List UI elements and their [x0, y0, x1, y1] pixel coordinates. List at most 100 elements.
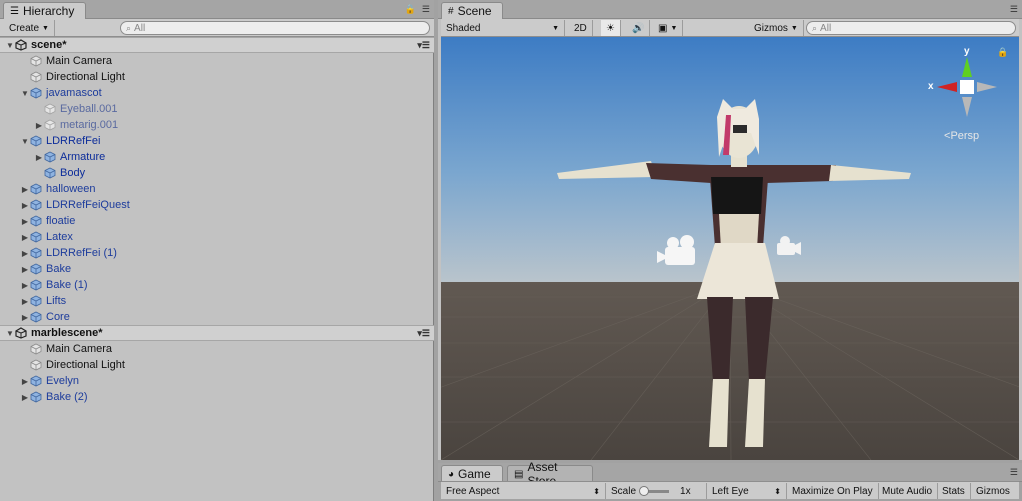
foldout-closed-icon[interactable]: ▶	[20, 233, 30, 242]
scene-toolbar: Shaded ▼ 2D ☀ 🔊 ▣ ▼ Gizmos ▼ ⌕ All	[441, 19, 1019, 37]
game-gizmos-toggle[interactable]: Gizmos	[971, 483, 1015, 499]
tab-scene-label: Scene	[457, 4, 492, 18]
axis-y-label: y	[964, 46, 970, 57]
prefab-child-icon	[44, 103, 56, 115]
hierarchy-item[interactable]: ▶ Bake (2)	[0, 389, 434, 405]
foldout-closed-icon[interactable]: ▶	[20, 281, 30, 290]
stats-toggle[interactable]: Stats	[937, 483, 971, 499]
foldout-closed-icon[interactable]: ▶	[20, 249, 30, 258]
tab-asset-store[interactable]: ▤ Asset Store	[507, 460, 593, 488]
panel-menu-icon[interactable]: ☰	[1010, 467, 1018, 478]
hierarchy-item[interactable]: ▶ Core	[0, 309, 434, 325]
foldout-closed-icon[interactable]: ▶	[34, 121, 44, 130]
hierarchy-item[interactable]: ▶ Latex	[0, 229, 434, 245]
foldout-closed-icon[interactable]: ▶	[34, 153, 44, 162]
scale-value: 1x	[680, 485, 691, 497]
aspect-dropdown[interactable]: Free Aspect ⬍	[441, 483, 606, 499]
maximize-on-play-toggle[interactable]: Maximize On Play	[787, 483, 879, 499]
list-icon: ☰	[10, 5, 19, 17]
hierarchy-item[interactable]: ▶ Lifts	[0, 293, 434, 309]
scene-header-row[interactable]: ▼ marblescene* ▾☰	[0, 325, 434, 341]
foldout-closed-icon[interactable]: ▶	[20, 313, 30, 322]
foldout-closed-icon[interactable]: ▶	[20, 377, 30, 386]
hierarchy-item[interactable]: ▶ LDRRefFeiQuest	[0, 197, 434, 213]
effects-dropdown[interactable]: ▣ ▼	[653, 20, 684, 36]
foldout-closed-icon[interactable]: ▶	[20, 217, 30, 226]
scene-tabbar: # Scene ☰	[438, 0, 1022, 19]
panel-menu-icon[interactable]: ☰	[422, 4, 430, 15]
hierarchy-search-input[interactable]: ⌕ All	[120, 21, 430, 35]
foldout-open-icon[interactable]: ▼	[20, 89, 30, 98]
hierarchy-item[interactable]: ▶ floatie	[0, 213, 434, 229]
foldout-open-icon[interactable]: ▼	[5, 41, 15, 50]
hierarchy-item-label: marblescene*	[31, 327, 103, 339]
eye-label: Left Eye	[712, 485, 749, 497]
axis-x-label: x	[928, 81, 934, 92]
game-tabbar: ◕ Game ▤ Asset Store ☰	[438, 460, 1022, 488]
prefab-icon	[30, 279, 42, 291]
foldout-closed-icon[interactable]: ▶	[20, 393, 30, 402]
hierarchy-item[interactable]: ▶ halloween	[0, 181, 434, 197]
hierarchy-item[interactable]: ▼ LDRRefFei	[0, 133, 434, 149]
projection-label[interactable]: <Persp	[944, 130, 979, 142]
shading-mode-label: Shaded	[446, 22, 481, 34]
foldout-open-icon[interactable]: ▼	[20, 137, 30, 146]
gameobject-icon	[30, 359, 42, 371]
hierarchy-item-label: LDRRefFei (1)	[46, 247, 117, 259]
audio-toggle[interactable]: 🔊	[627, 20, 651, 36]
scene-menu-icon[interactable]: ▾☰	[417, 328, 430, 339]
foldout-closed-icon[interactable]: ▶	[20, 265, 30, 274]
hierarchy-item[interactable]: ▶ Bake (1)	[0, 277, 434, 293]
prefab-icon	[30, 183, 42, 195]
hierarchy-item[interactable]: ▶ metarig.001	[0, 117, 434, 133]
eye-dropdown[interactable]: Left Eye ⬍	[707, 483, 787, 499]
foldout-open-icon[interactable]: ▼	[5, 329, 15, 338]
scale-label: Scale	[611, 485, 637, 497]
gameobject-icon	[30, 343, 42, 355]
foldout-closed-icon[interactable]: ▶	[20, 201, 30, 210]
hierarchy-item[interactable]: ▶ LDRRefFei (1)	[0, 245, 434, 261]
panel-menu-icon[interactable]: ☰	[1010, 4, 1018, 15]
scale-slider-track[interactable]	[639, 485, 670, 496]
scale-slider-thumb[interactable]	[639, 485, 650, 496]
foldout-closed-icon[interactable]: ▶	[20, 297, 30, 306]
speaker-icon: 🔊	[632, 22, 645, 34]
tab-game[interactable]: ◕ Game	[441, 465, 503, 482]
hierarchy-item[interactable]: ▶ Armature	[0, 149, 434, 165]
hierarchy-item[interactable]: ▶ Evelyn	[0, 373, 434, 389]
create-dropdown[interactable]: Create ▼	[4, 20, 55, 36]
prefab-icon	[30, 247, 42, 259]
hierarchy-item[interactable]: ▼ javamascot	[0, 85, 434, 101]
hierarchy-item[interactable]: Main Camera	[0, 341, 434, 357]
shading-mode-dropdown[interactable]: Shaded ▼	[441, 20, 565, 36]
hierarchy-item[interactable]: ▶ Bake	[0, 261, 434, 277]
hierarchy-item[interactable]: Directional Light	[0, 357, 434, 373]
scene-search-input[interactable]: ⌕ All	[806, 21, 1016, 35]
viewport-lock-icon[interactable]: 🔒	[997, 47, 1008, 58]
scene-menu-icon[interactable]: ▾☰	[417, 40, 430, 51]
scene-header-row[interactable]: ▼ scene* ▾☰	[0, 37, 434, 53]
hierarchy-item-label: javamascot	[46, 87, 102, 99]
toggle-2d-button[interactable]: 2D	[569, 20, 593, 36]
hierarchy-item[interactable]: Main Camera	[0, 53, 434, 69]
game-tab-tools: ☰	[1010, 467, 1018, 478]
dropdown-arrow-icon: ▼	[552, 24, 559, 32]
dropdown-arrow-icon: ▼	[670, 24, 678, 32]
lock-icon[interactable]: 🔒	[405, 4, 416, 15]
hierarchy-search-placeholder: All	[134, 22, 146, 34]
hierarchy-item-label: Evelyn	[46, 375, 80, 387]
tab-hierarchy[interactable]: ☰ Hierarchy	[3, 2, 86, 19]
scene-viewport[interactable]: y x 🔒	[441, 37, 1019, 460]
mute-audio-toggle[interactable]: Mute Audio	[877, 483, 939, 499]
foldout-closed-icon[interactable]: ▶	[20, 185, 30, 194]
hierarchy-item[interactable]: Directional Light	[0, 69, 434, 85]
gameobject-icon	[30, 55, 42, 67]
scene-gizmos-dropdown[interactable]: Gizmos ▼	[749, 20, 804, 36]
scale-slider[interactable]: Scale 1x	[606, 483, 707, 499]
hierarchy-item[interactable]: Eyeball.001	[0, 101, 434, 117]
prefab-child-icon	[44, 119, 56, 131]
lighting-toggle[interactable]: ☀	[601, 20, 621, 36]
sun-icon: ☀	[606, 22, 615, 34]
hierarchy-item[interactable]: Body	[0, 165, 434, 181]
tab-scene[interactable]: # Scene	[441, 2, 503, 19]
